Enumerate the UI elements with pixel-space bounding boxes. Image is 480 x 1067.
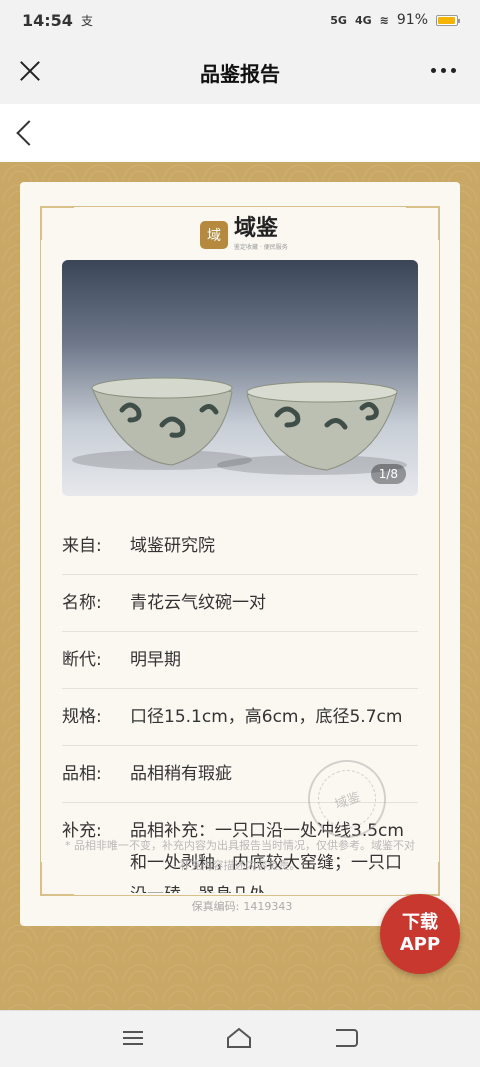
info-value: 明早期	[130, 650, 181, 670]
info-label: 断代:	[62, 650, 102, 670]
system-nav-bar	[0, 1010, 480, 1067]
battery-percent: 91%	[396, 12, 428, 28]
close-icon[interactable]	[16, 58, 44, 86]
disclaimer-note: * 品相非唯一不变，补充内容为出具报告当时情况，仅供参考。域鉴不对补充内容描述内…	[65, 839, 415, 872]
download-app-button[interactable]: 下载 APP	[380, 894, 460, 974]
code-label: 保真编码:	[191, 900, 240, 913]
code-value: 1419343	[243, 900, 293, 913]
app-button-line2: APP	[399, 934, 441, 955]
signal-5g-icon: 5G	[330, 13, 347, 27]
logo-tagline: 鉴定收藏 · 便民服务	[234, 244, 288, 251]
title-bar: 品鉴报告	[0, 40, 480, 104]
item-photo[interactable]: 1/8	[62, 260, 418, 496]
frame-corner	[40, 206, 74, 240]
logo-name: 域鉴	[234, 216, 279, 241]
battery-icon	[436, 14, 460, 26]
logo-mark-icon: 域	[200, 220, 228, 249]
info-value: 域鉴研究院	[130, 536, 215, 556]
frame-corner	[406, 206, 440, 240]
return-icon[interactable]	[336, 1029, 358, 1047]
info-label: 来自:	[62, 536, 102, 556]
info-row-period: 断代: 明早期	[62, 632, 418, 689]
photo-counter: 1/8	[370, 464, 406, 484]
app-button-line1: 下载	[402, 912, 438, 933]
report-page: 域 域鉴 鉴定收藏 · 便民服务 1/8 来自: 域鉴研究院 名称: 青花云气纹…	[0, 162, 480, 1010]
info-value: 品相稍有瑕疵	[130, 764, 232, 784]
menu-icon[interactable]	[123, 1031, 143, 1045]
info-label: 规格:	[62, 707, 102, 727]
status-icons: 5G 4G ≋ 91%	[330, 12, 460, 28]
carrier-icon: 支	[80, 13, 93, 28]
brand-logo: 域 域鉴 鉴定收藏 · 便民服务	[200, 218, 288, 251]
status-bar: 14:54 支 5G 4G ≋ 91%	[0, 0, 480, 40]
back-arrow-icon[interactable]	[16, 120, 42, 146]
clock: 14:54	[22, 10, 73, 30]
info-value: 口径15.1cm，高6cm，底径5.7cm	[130, 707, 403, 727]
report-card: 域 域鉴 鉴定收藏 · 便民服务 1/8 来自: 域鉴研究院 名称: 青花云气纹…	[20, 182, 460, 926]
page-title: 品鉴报告	[200, 61, 280, 86]
info-row-size: 规格: 口径15.1cm，高6cm，底径5.7cm	[62, 689, 418, 746]
signal-4g-icon: 4G	[354, 13, 372, 27]
more-icon[interactable]	[431, 68, 456, 73]
info-value: 青花云气纹碗一对	[130, 593, 266, 613]
info-row-name: 名称: 青花云气纹碗一对	[62, 575, 418, 632]
info-row-source: 来自: 域鉴研究院	[62, 518, 418, 575]
info-label: 品相:	[62, 764, 102, 784]
back-bar	[0, 104, 480, 162]
home-icon[interactable]	[226, 1027, 252, 1049]
bowls-image	[72, 377, 407, 475]
info-label: 名称:	[62, 593, 102, 613]
wifi-icon: ≋	[379, 13, 389, 27]
